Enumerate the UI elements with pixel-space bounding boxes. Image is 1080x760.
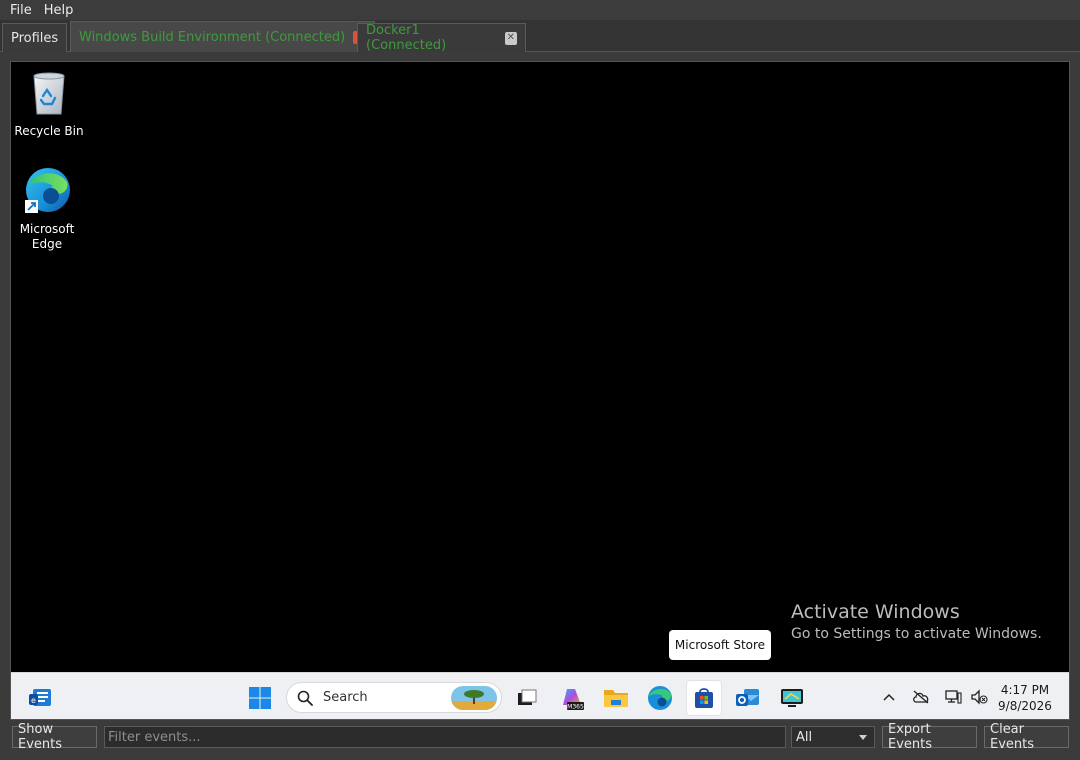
event-bar: Show Events Filter events... All Export … bbox=[0, 722, 1080, 760]
tab-label: Profiles bbox=[11, 30, 59, 46]
file-explorer-icon bbox=[604, 690, 628, 707]
desktop-icon-label-line2: Edge bbox=[31, 237, 63, 251]
tab-label: Windows Build Environment (Connected) bbox=[79, 29, 346, 45]
clock-date: 9/8/2026 bbox=[998, 699, 1052, 713]
m365-copilot-icon: M365 bbox=[563, 689, 584, 711]
svg-text:M365: M365 bbox=[567, 704, 584, 711]
svg-text:e: e bbox=[31, 696, 36, 705]
windows-start-icon bbox=[249, 687, 271, 709]
menu-file[interactable]: File bbox=[4, 3, 38, 18]
speaker-muted-icon bbox=[971, 689, 988, 705]
tab-profiles[interactable]: Profiles bbox=[2, 23, 68, 52]
search-highlight-image bbox=[451, 686, 497, 710]
taskbar-clock[interactable]: 4:17 PM 9/8/2026 bbox=[995, 682, 1055, 714]
clear-events-button[interactable]: Clear Events bbox=[984, 722, 1069, 752]
edge-icon bbox=[11, 166, 84, 218]
watermark-subtitle: Go to Settings to activate Windows. bbox=[791, 626, 1042, 642]
menu-bar: File Help bbox=[0, 0, 1080, 20]
recycle-bin-icon bbox=[12, 70, 86, 120]
onedrive-offline-button[interactable] bbox=[911, 687, 931, 707]
file-explorer-button[interactable] bbox=[598, 680, 634, 716]
cloud-offline-icon bbox=[913, 690, 929, 704]
windows-taskbar: e Search M365 4:17 PM 9/8/2026 bbox=[11, 672, 1069, 719]
remote-desktop-app-button[interactable] bbox=[774, 680, 810, 716]
tab-windows-build-environment[interactable]: Windows Build Environment (Connected) ✕ bbox=[70, 21, 376, 52]
volume-muted-button[interactable] bbox=[969, 687, 989, 707]
watermark-title: Activate Windows bbox=[791, 601, 960, 623]
microsoft-365-copilot-button[interactable]: M365 bbox=[554, 680, 590, 716]
taskbar-search-box[interactable]: Search bbox=[286, 682, 502, 713]
network-status-button[interactable] bbox=[943, 687, 963, 707]
event-filter-select[interactable]: All bbox=[791, 726, 875, 748]
news-widget-button[interactable]: e bbox=[23, 680, 59, 716]
edge-icon bbox=[648, 686, 672, 710]
show-hidden-icons-button[interactable] bbox=[879, 687, 899, 707]
event-filter-selected: All bbox=[796, 729, 813, 745]
chevron-down-icon bbox=[859, 735, 867, 740]
remote-desktop-view[interactable]: Recycle Bin Microsoft Edge Activate Wind… bbox=[10, 61, 1070, 720]
edge-taskbar-button[interactable] bbox=[642, 680, 678, 716]
search-placeholder: Search bbox=[323, 690, 368, 705]
desktop-icon-microsoft-edge[interactable]: Microsoft Edge bbox=[11, 166, 84, 252]
tab-bar: Profiles Windows Build Environment (Conn… bbox=[0, 20, 1080, 53]
show-events-button[interactable]: Show Events bbox=[12, 722, 97, 752]
microsoft-store-button[interactable] bbox=[686, 680, 722, 716]
desktop-icon-recycle-bin[interactable]: Recycle Bin bbox=[12, 70, 86, 139]
outlook-icon bbox=[736, 689, 759, 706]
activate-windows-watermark: Activate Windows Go to Settings to activ… bbox=[791, 600, 1042, 644]
microsoft-store-tooltip: Microsoft Store bbox=[669, 630, 771, 660]
task-view-button[interactable] bbox=[509, 680, 545, 716]
filter-events-input[interactable]: Filter events... bbox=[104, 726, 786, 748]
network-monitor-icon bbox=[945, 690, 962, 704]
search-icon bbox=[297, 690, 313, 706]
menu-help[interactable]: Help bbox=[38, 3, 80, 18]
monitor-app-icon bbox=[781, 689, 803, 707]
chevron-up-icon bbox=[883, 693, 895, 701]
desktop-icon-label-line1: Microsoft bbox=[19, 222, 75, 236]
news-widget-icon: e bbox=[29, 689, 51, 706]
microsoft-store-icon bbox=[695, 688, 713, 708]
tab-docker1[interactable]: Docker1 (Connected) ✕ bbox=[357, 23, 526, 53]
start-button[interactable] bbox=[242, 680, 278, 716]
clock-time: 4:17 PM bbox=[1000, 683, 1050, 697]
desktop-icon-label: Recycle Bin bbox=[14, 124, 84, 138]
export-events-button[interactable]: Export Events bbox=[882, 722, 977, 752]
close-icon[interactable]: ✕ bbox=[504, 31, 517, 45]
outlook-button[interactable] bbox=[730, 680, 766, 716]
task-view-icon bbox=[518, 689, 537, 705]
tab-label: Docker1 (Connected) bbox=[366, 23, 447, 53]
